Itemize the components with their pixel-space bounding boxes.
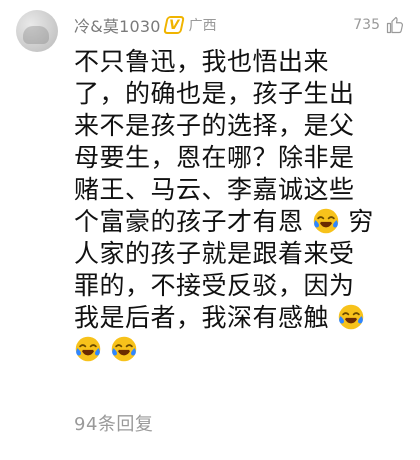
comment-header: 冷&莫1030 V 广西 735 bbox=[74, 14, 404, 36]
comment-line: 不只鲁迅，我也悟出来 bbox=[74, 47, 330, 76]
laugh-cry-emoji bbox=[112, 336, 137, 362]
comment-body: 不只鲁迅，我也悟出来 了，的确也是，孩子生出 来不是孩子的选择，是父 母要生，恩… bbox=[74, 46, 404, 366]
like-count: 735 bbox=[353, 17, 380, 33]
laugh-cry-emoji bbox=[313, 208, 339, 234]
like-section[interactable]: 735 bbox=[353, 16, 404, 34]
username[interactable]: 冷&莫1030 bbox=[74, 13, 161, 37]
vip-badge-icon: V bbox=[162, 16, 185, 34]
comment-line: 罪的，不接受反驳，因为 bbox=[74, 271, 355, 300]
comment-line: 了，的确也是，孩子生出 bbox=[74, 79, 355, 108]
avatar[interactable] bbox=[16, 10, 58, 52]
comment-line: 赌王、马云、李嘉诚这些 bbox=[74, 175, 355, 204]
replies-link[interactable]: 94条回复 bbox=[74, 410, 153, 436]
laugh-cry-emoji bbox=[75, 336, 101, 362]
comment-line-text: 个富豪的孩子才有恩 bbox=[74, 207, 304, 236]
comment-line-text: 我是后者，我深有感触 bbox=[74, 303, 330, 332]
laugh-cry-emoji bbox=[339, 304, 364, 330]
comment-emoji-row bbox=[74, 334, 404, 366]
comment-line: 母要生，恩在哪？除非是 bbox=[74, 143, 355, 172]
thumb-up-icon[interactable] bbox=[386, 16, 404, 34]
comment-line: 人家的孩子就是跟着来受 bbox=[74, 239, 355, 268]
comment-line-text: 穷 bbox=[348, 207, 374, 236]
comment-line-with-emoji: 个富豪的孩子才有恩 穷 bbox=[74, 206, 404, 238]
region-text: 广西 bbox=[188, 18, 217, 34]
comment-line-with-emoji: 我是后者，我深有感触 bbox=[74, 302, 404, 334]
comment-line: 来不是孩子的选择，是父 bbox=[74, 111, 355, 140]
